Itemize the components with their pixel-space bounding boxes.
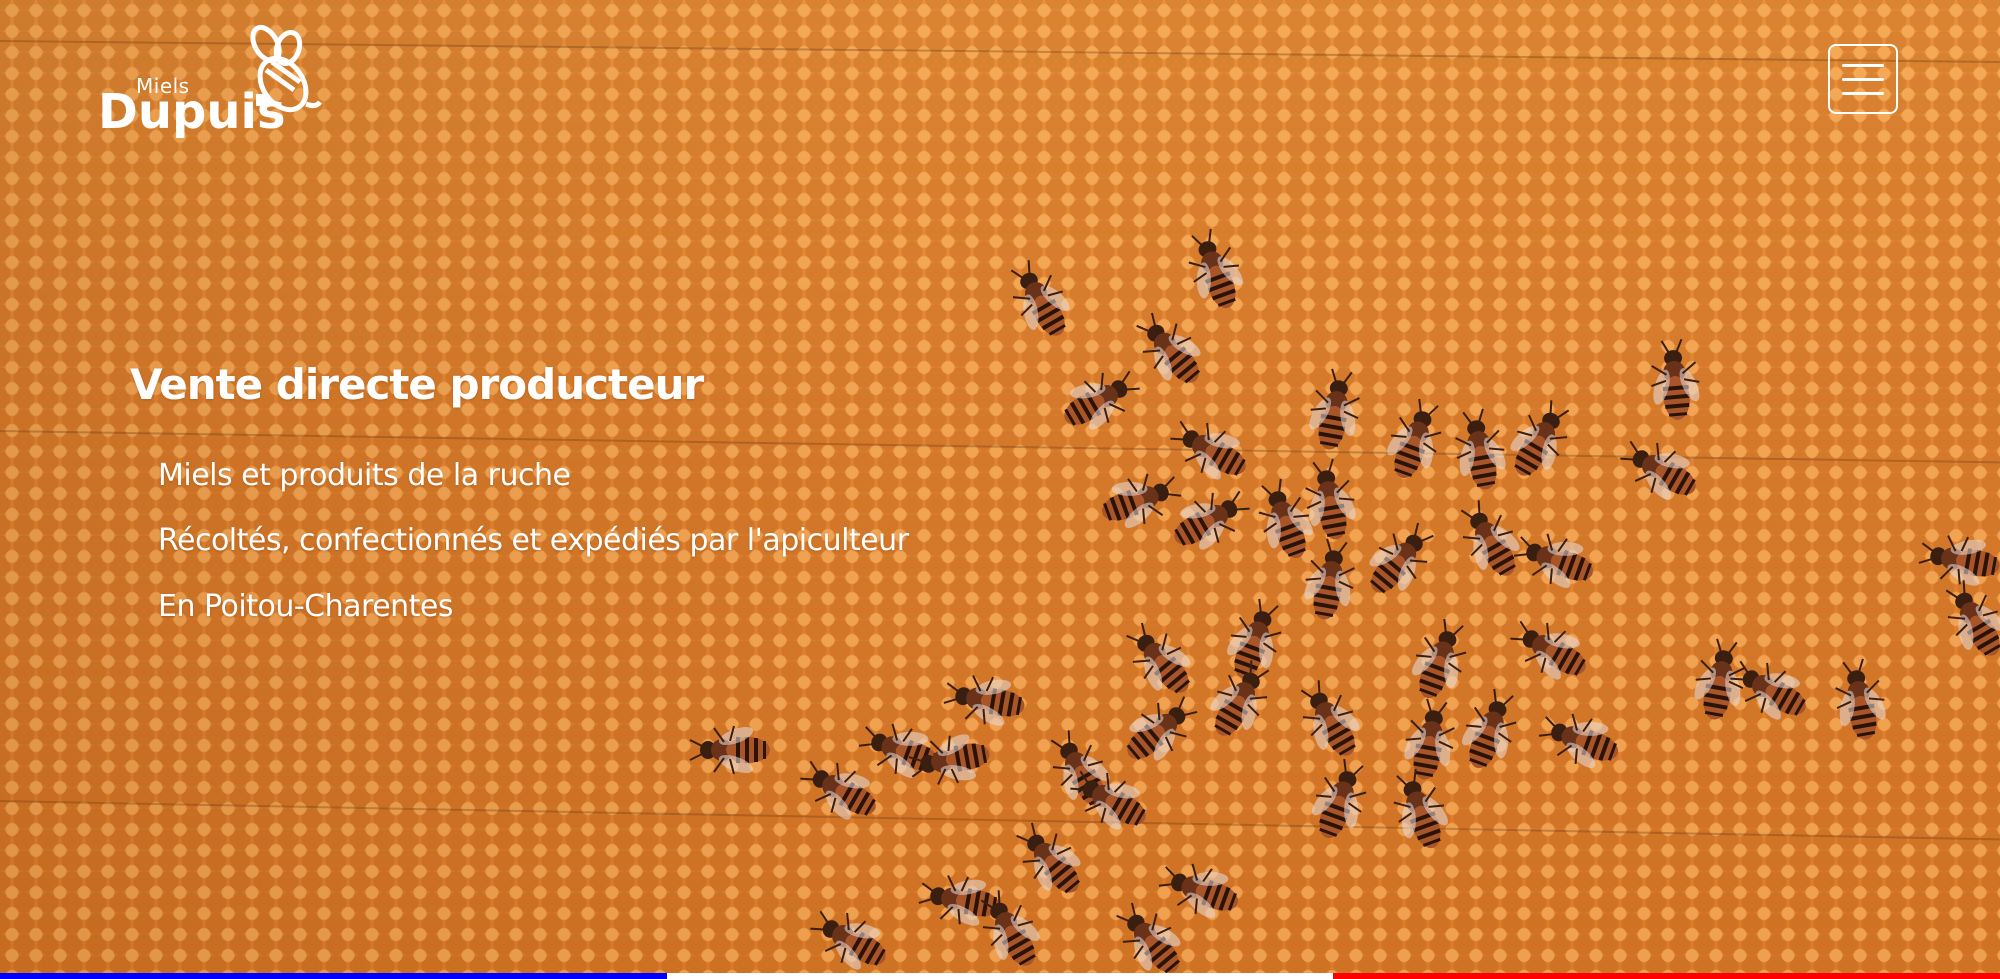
hero-line: Récoltés, confectionnés et expédiés par … (158, 523, 909, 558)
brand-logo[interactable]: Miels Dupuis (98, 24, 338, 140)
flag-white (666, 973, 1334, 979)
flag-blue (0, 973, 667, 979)
hero-headline: Vente directe producteur (130, 360, 704, 409)
flag-band (0, 973, 2000, 979)
hero-line: En Poitou-Charentes (158, 589, 454, 624)
menu-bar (1842, 92, 1884, 95)
flag-red (1333, 973, 2000, 979)
bee-icon (250, 24, 323, 113)
hero-line: Miels et produits de la ruche (158, 458, 571, 493)
hamburger-menu-icon[interactable] (1828, 44, 1898, 114)
menu-bar (1842, 64, 1884, 67)
menu-bar (1842, 78, 1884, 81)
